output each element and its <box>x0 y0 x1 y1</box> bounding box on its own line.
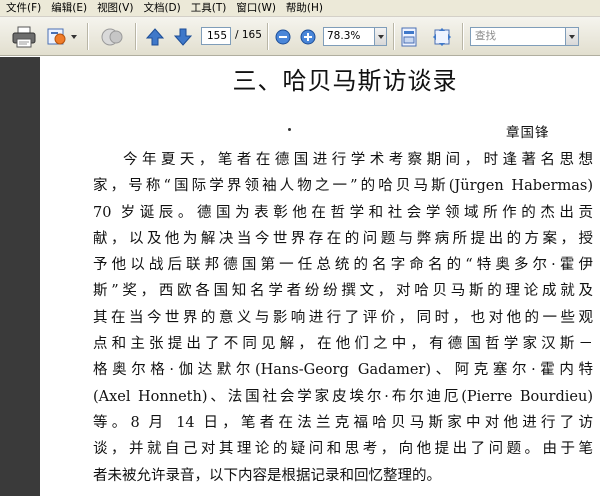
menu-tools[interactable]: 工具(T) <box>186 0 232 16</box>
fit-page-icon <box>433 28 451 46</box>
zoom-out-button[interactable] <box>273 27 293 47</box>
body-paragraph: 今年夏天，笔者在德国进行学术考察期间，时逢著名思想 家，号称“国际学界领袖人物之… <box>93 147 593 489</box>
envelope-icon <box>47 28 66 45</box>
chevron-down-icon <box>377 34 384 39</box>
text-line: 家，号称“国际学界领袖人物之一”的哈贝马斯(Jürgen Habermas) <box>93 178 593 195</box>
menu-window[interactable]: 窗口(W) <box>231 0 281 16</box>
text-line: (Axel Honneth)、法国社会学家皮埃尔·布尔迪厄(Pierre Bou… <box>93 388 593 405</box>
page-total-label: / 165 <box>235 29 262 41</box>
fit-width-button[interactable] <box>397 25 421 49</box>
navigation-pane-edge <box>0 57 40 496</box>
menu-bar: 文件(F) 编辑(E) 视图(V) 文档(D) 工具(T) 窗口(W) 帮助(H… <box>0 0 600 17</box>
zoom-in-button[interactable] <box>298 27 318 47</box>
menu-edit[interactable]: 编辑(E) <box>46 0 92 16</box>
find-dropdown-button[interactable] <box>566 27 579 46</box>
page-title: 三、哈贝马斯访谈录 <box>232 67 458 95</box>
page-number-input[interactable] <box>201 27 231 45</box>
text-line: 者未被允许录音，以下内容是根据记录和回忆整理的。 <box>93 467 441 484</box>
text-line: 其在当今世界的意义与影响进行了评价，同时，也对他的一些观 <box>93 309 593 326</box>
text-line: 予他以战后联邦德国第一任总统的名字命名的“特奥多尔·霍伊 <box>93 257 593 274</box>
next-page-button[interactable] <box>172 25 194 49</box>
zoom-dropdown-button[interactable] <box>375 27 387 46</box>
text-line: 今年夏天，笔者在德国进行学术考察期间，时逢著名思想 <box>123 152 593 168</box>
text-line: 献，以及他为解决当今世界存在的问题与弊病所提出的方案，授 <box>93 230 593 247</box>
author-name: 章国锋 <box>506 125 550 141</box>
chevron-down-icon <box>569 34 575 39</box>
email-button[interactable] <box>44 24 70 50</box>
chevron-down-icon <box>71 35 77 39</box>
zoom-in-icon <box>300 29 316 45</box>
toolbar: / 165 78.3% 查找 <box>0 17 600 56</box>
text-line: 点和主张提出了不同见解，在他们之中，有德国哲学家汉斯－ <box>93 336 593 353</box>
text-line: 斯”奖，西欧各国知名学者纷纷撰文，对哈贝马斯的理论成就及 <box>93 283 593 300</box>
text-line: 谈，并就自己对其理论的疑问和思考，向他提出了问题。由于笔 <box>93 441 593 458</box>
find-input[interactable]: 查找 <box>470 27 566 46</box>
zoom-level-field[interactable]: 78.3% <box>323 27 375 46</box>
arrow-up-icon <box>146 28 164 46</box>
scan-speck <box>288 128 291 131</box>
text-line: 格奥尔格·伽达默尔(Hans-Georg Gadamer)、阿克塞尔·霍内特 <box>93 362 593 379</box>
email-dropdown[interactable] <box>70 34 78 40</box>
arrow-down-icon <box>174 28 192 46</box>
menu-view[interactable]: 视图(V) <box>92 0 138 16</box>
text-line: 等。8 月 14 日，笔者在法兰克福哈贝马斯家中对他进行了访 <box>93 414 593 431</box>
globe-icon <box>101 28 123 46</box>
fit-page-button[interactable] <box>430 25 454 49</box>
menu-document[interactable]: 文档(D) <box>138 0 185 16</box>
text-line: 70 岁诞辰。德国为表彰他在哲学和社会学领域所作的杰出贡 <box>93 204 593 221</box>
menu-help[interactable]: 帮助(H) <box>281 0 328 16</box>
print-button[interactable] <box>10 24 38 50</box>
printer-icon <box>12 26 36 48</box>
previous-page-button[interactable] <box>144 25 166 49</box>
collaborate-button[interactable] <box>98 24 126 50</box>
fit-width-icon <box>401 27 417 47</box>
document-viewport[interactable]: 三、哈贝马斯访谈录 章国锋 今年夏天，笔者在德国进行学术考察期间，时逢著名思想 … <box>0 57 600 496</box>
document-page: 三、哈贝马斯访谈录 章国锋 今年夏天，笔者在德国进行学术考察期间，时逢著名思想 … <box>40 57 600 496</box>
menu-file[interactable]: 文件(F) <box>4 0 46 16</box>
zoom-out-icon <box>275 29 291 45</box>
